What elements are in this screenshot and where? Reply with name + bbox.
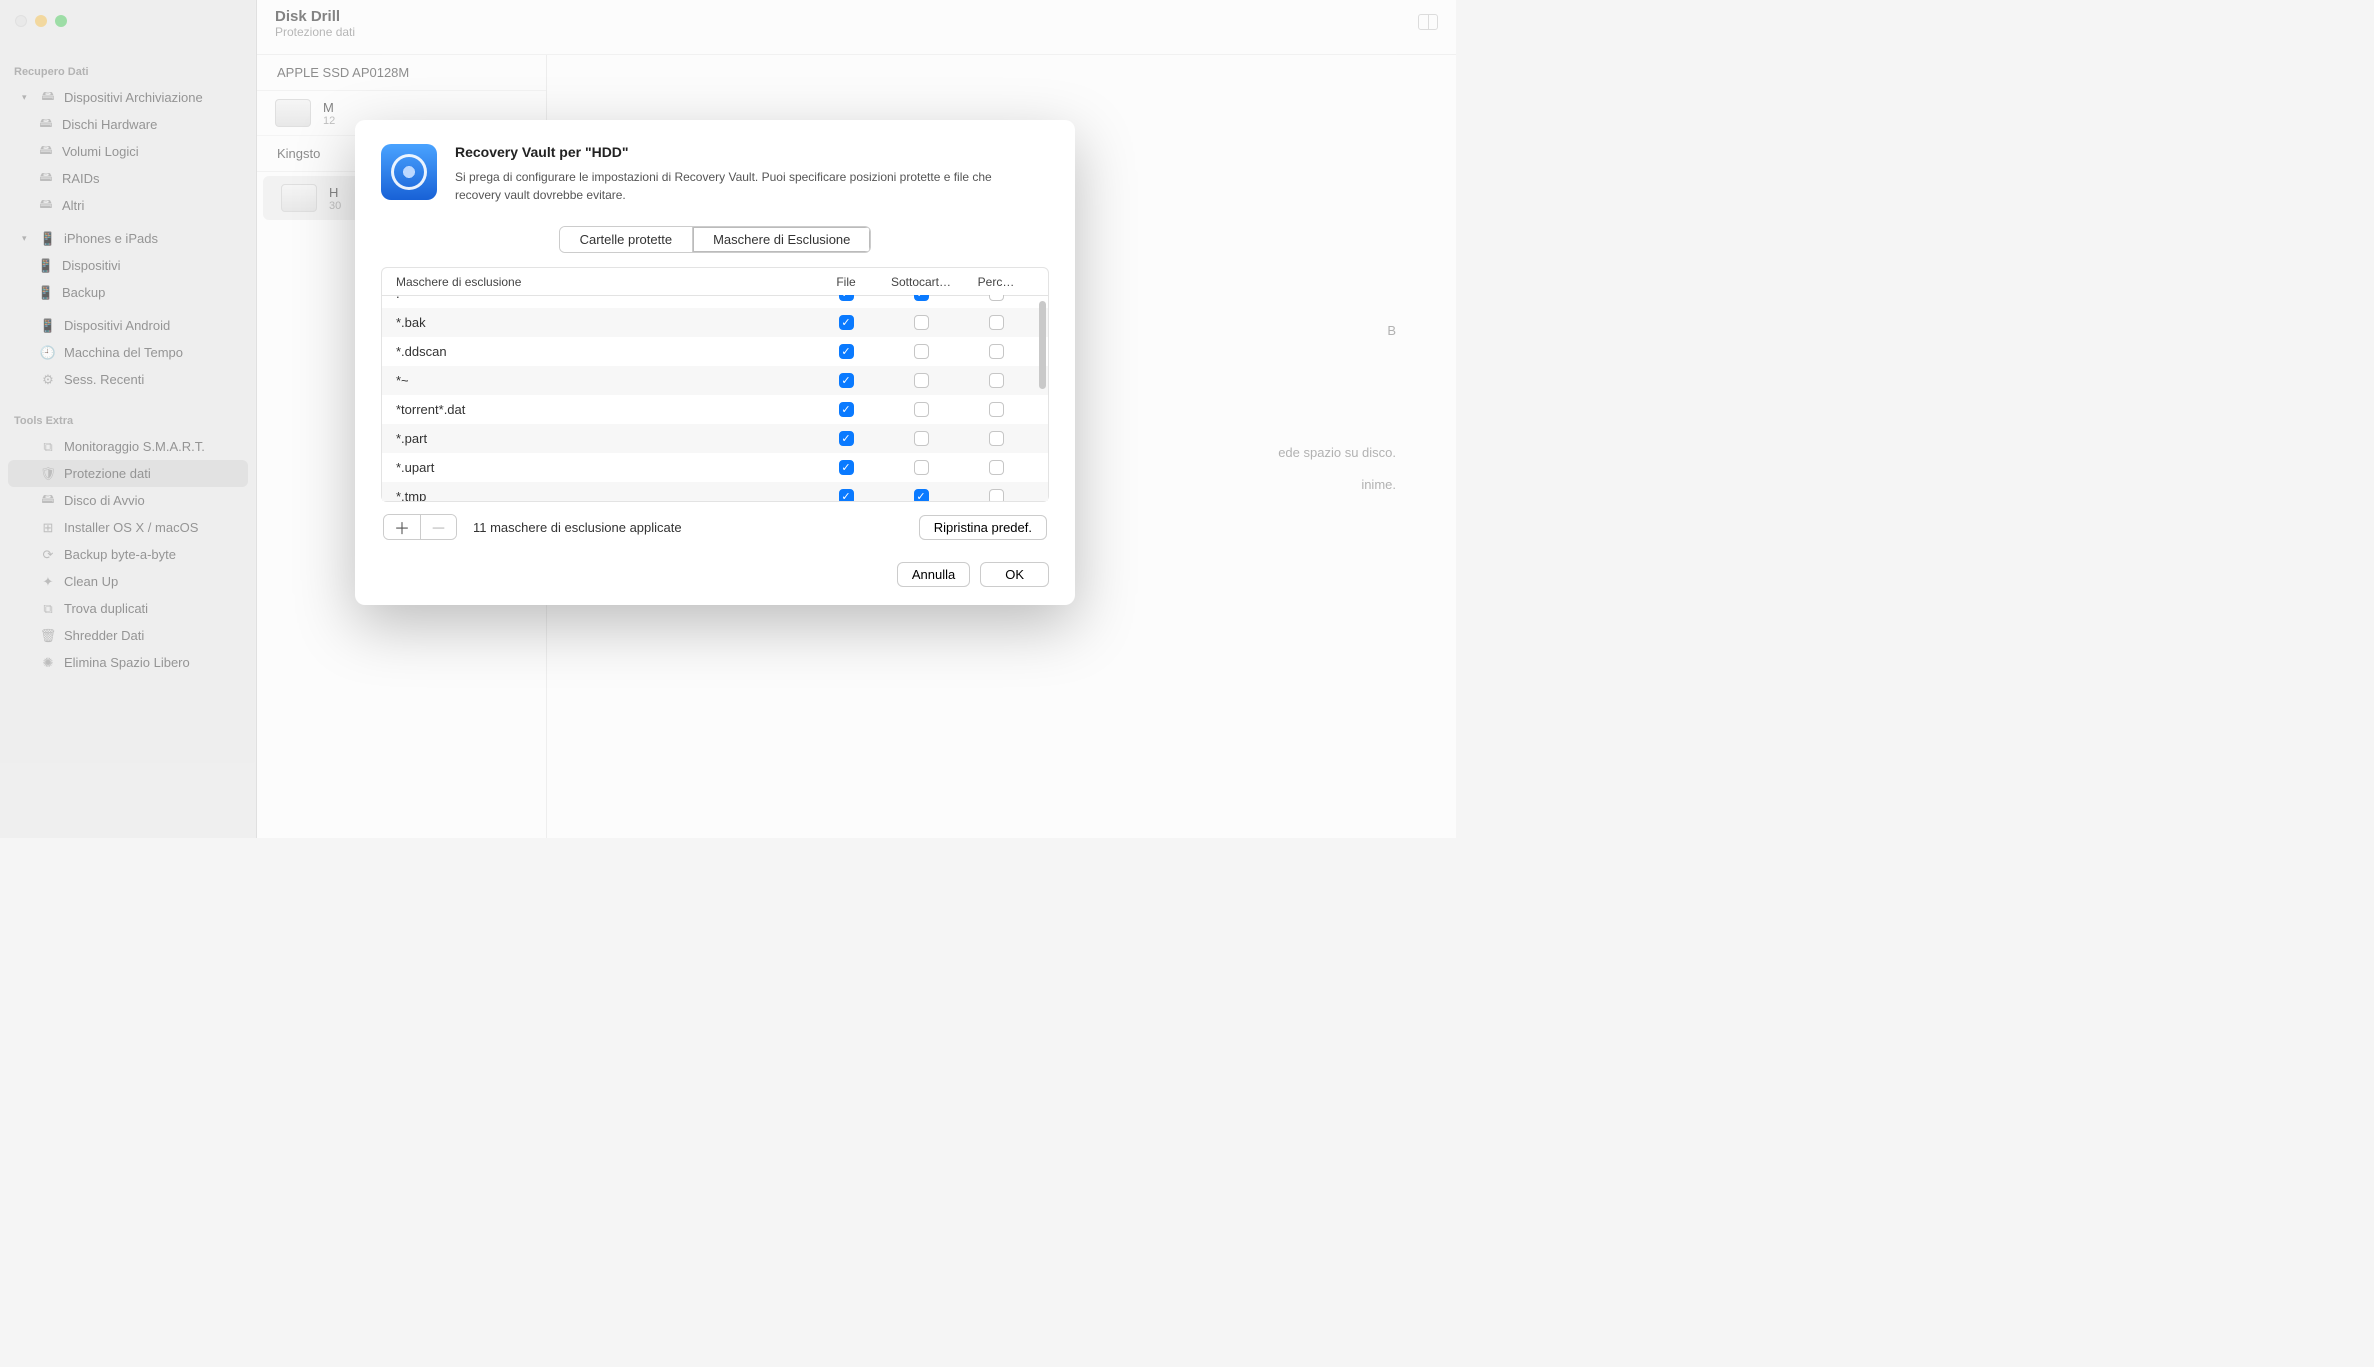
table-row[interactable]: . ✓ ✓ — [382, 295, 1048, 308]
cancel-button[interactable]: Annulla — [897, 562, 970, 587]
checkbox[interactable] — [989, 295, 1004, 301]
checkbox[interactable] — [989, 373, 1004, 388]
checkbox[interactable]: ✓ — [839, 402, 854, 417]
add-mask-button[interactable]: ＋ — [384, 515, 420, 539]
table-row[interactable]: *.upart ✓ — [382, 453, 1048, 482]
table-header: Maschere di esclusione File Sottocart… P… — [381, 267, 1049, 296]
ok-button[interactable]: OK — [980, 562, 1049, 587]
table-row[interactable]: *.ddscan ✓ — [382, 337, 1048, 366]
checkbox[interactable]: ✓ — [839, 373, 854, 388]
checkbox[interactable] — [989, 460, 1004, 475]
vault-icon — [381, 144, 437, 200]
checkbox[interactable] — [914, 431, 929, 446]
table-row[interactable]: *.part ✓ — [382, 424, 1048, 453]
mask-cell: *.tmp — [396, 489, 816, 501]
col-mask: Maschere di esclusione — [396, 275, 816, 289]
table-row[interactable]: *.tmp ✓ ✓ — [382, 482, 1048, 501]
checkbox[interactable] — [989, 489, 1004, 501]
checkbox[interactable] — [989, 402, 1004, 417]
dialog-description: Si prega di configurare le impostazioni … — [455, 168, 1015, 204]
mask-count-label: 11 maschere di esclusione applicate — [473, 520, 682, 535]
col-file: File — [816, 275, 876, 289]
checkbox[interactable]: ✓ — [914, 295, 929, 301]
checkbox[interactable] — [989, 344, 1004, 359]
mask-cell: . — [396, 295, 816, 301]
col-subfolder: Sottocart… — [876, 275, 966, 289]
checkbox[interactable] — [989, 431, 1004, 446]
add-remove-group: ＋ － — [383, 514, 457, 540]
exclusion-table: . ✓ ✓ *.bak ✓ *.ddscan ✓ *~ ✓ *torrent*.… — [381, 295, 1049, 502]
table-row[interactable]: *.bak ✓ — [382, 308, 1048, 337]
tab-exclusion-masks[interactable]: Maschere di Esclusione — [692, 227, 870, 252]
checkbox[interactable] — [989, 315, 1004, 330]
checkbox[interactable] — [914, 460, 929, 475]
reset-defaults-button[interactable]: Ripristina predef. — [919, 515, 1047, 540]
scrollbar[interactable] — [1039, 301, 1046, 389]
checkbox[interactable] — [914, 315, 929, 330]
checkbox[interactable] — [914, 402, 929, 417]
mask-cell: *~ — [396, 373, 816, 388]
checkbox[interactable]: ✓ — [839, 489, 854, 501]
tab-segmented-control: Cartelle protette Maschere di Esclusione — [559, 226, 872, 253]
checkbox[interactable]: ✓ — [839, 431, 854, 446]
mask-cell: *.bak — [396, 315, 816, 330]
checkbox[interactable]: ✓ — [839, 295, 854, 301]
checkbox[interactable]: ✓ — [839, 460, 854, 475]
mask-cell: *.upart — [396, 460, 816, 475]
recovery-vault-dialog: Recovery Vault per "HDD" Si prega di con… — [355, 120, 1075, 605]
tab-protected-folders[interactable]: Cartelle protette — [560, 227, 693, 252]
col-path: Perc… — [966, 275, 1026, 289]
checkbox[interactable] — [914, 373, 929, 388]
checkbox[interactable]: ✓ — [839, 315, 854, 330]
checkbox[interactable]: ✓ — [914, 489, 929, 501]
mask-cell: *.ddscan — [396, 344, 816, 359]
mask-cell: *.part — [396, 431, 816, 446]
checkbox[interactable]: ✓ — [839, 344, 854, 359]
checkbox[interactable] — [914, 344, 929, 359]
dialog-title: Recovery Vault per "HDD" — [455, 144, 1015, 160]
table-row[interactable]: *~ ✓ — [382, 366, 1048, 395]
mask-cell: *torrent*.dat — [396, 402, 816, 417]
remove-mask-button[interactable]: － — [420, 515, 456, 539]
table-row[interactable]: *torrent*.dat ✓ — [382, 395, 1048, 424]
